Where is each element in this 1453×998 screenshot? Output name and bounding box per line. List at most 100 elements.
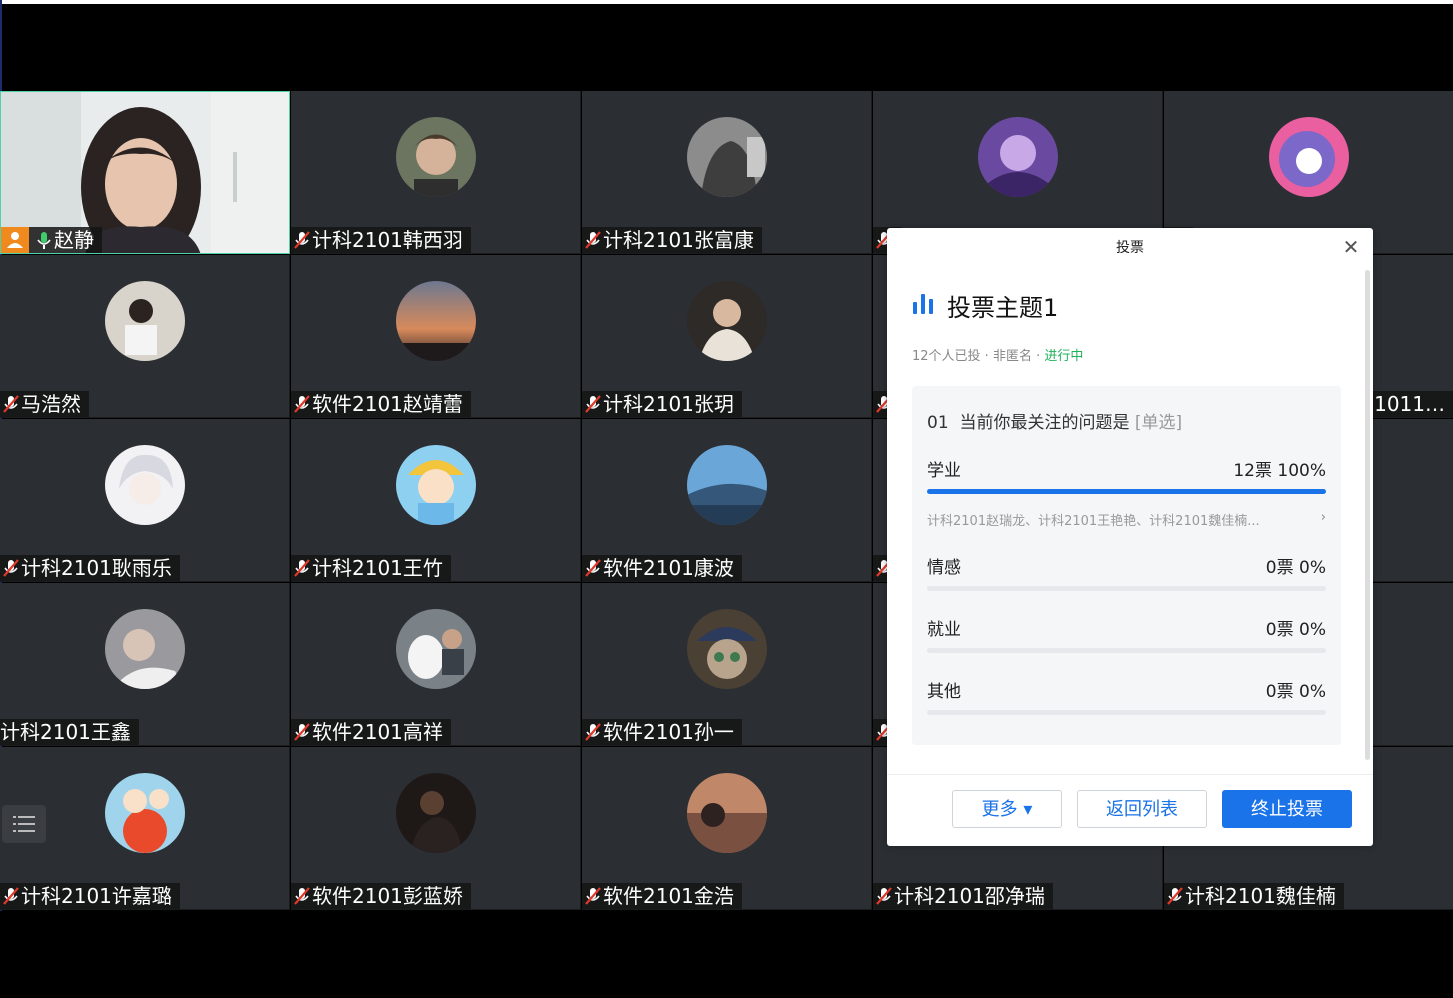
- mic-muted-icon: [875, 885, 893, 907]
- poll-topic: 投票主题1: [947, 294, 1059, 322]
- avatar: [1269, 117, 1349, 197]
- mic-muted-icon: [584, 557, 602, 579]
- avatar: [687, 609, 767, 689]
- avatar: [396, 773, 476, 853]
- option-bar-fill: [927, 489, 1326, 494]
- name-label: 软件2101康波: [582, 555, 742, 581]
- name-label: 马浩然: [0, 391, 89, 417]
- option-count: 0票 0%: [1265, 620, 1326, 640]
- mic-muted-icon: [584, 885, 602, 907]
- participant-name: 软件2101康波: [603, 556, 734, 580]
- name-label: 计科2101王竹: [291, 555, 451, 581]
- participant-name: 软件2101孙一: [603, 720, 734, 744]
- participant-name: 计科2101许嘉璐: [21, 884, 172, 908]
- end-poll-button[interactable]: 终止投票: [1222, 790, 1352, 828]
- option-bar: [927, 648, 1326, 653]
- poll-status: 进行中: [1044, 349, 1084, 364]
- mic-muted-icon: [2, 885, 20, 907]
- poll-meta: 12个人已投 · 非匿名 · 进行中: [912, 345, 1083, 364]
- bottom-bar: [0, 911, 1453, 998]
- participant-name: 计科2101张富康: [603, 228, 754, 252]
- close-icon[interactable]: ✕: [1339, 236, 1363, 260]
- participant-tile[interactable]: 软件2101彭蓝娇: [291, 747, 581, 910]
- mic-muted-icon: [1166, 885, 1184, 907]
- option-bar: [927, 586, 1326, 591]
- name-label: 软件2101高祥: [291, 719, 451, 745]
- participant-name: 马浩然: [21, 392, 81, 416]
- participant-tile[interactable]: 计科2101王鑫: [0, 583, 290, 746]
- avatar: [978, 117, 1058, 197]
- poll-dialog: 投票 ✕ 投票主题1 12个人已投 · 非匿名 · 进行中 01 当前你最关注的…: [887, 228, 1373, 846]
- participant-tile[interactable]: 软件2101金浩: [582, 747, 872, 910]
- option-label: 学业: [927, 461, 961, 481]
- participant-tile[interactable]: 软件2101高祥: [291, 583, 581, 746]
- participant-name: 软件2101高祥: [312, 720, 443, 744]
- avatar: [105, 609, 185, 689]
- avatar: [687, 773, 767, 853]
- participant-name: 软件2101彭蓝娇: [312, 884, 463, 908]
- scrollbar[interactable]: [1365, 270, 1370, 760]
- name-label: 计科2101韩西羽: [291, 227, 471, 253]
- back-to-list-button[interactable]: 返回列表: [1077, 790, 1207, 828]
- avatar: [105, 281, 185, 361]
- avatar: [105, 773, 185, 853]
- participant-name: 计科2101王鑫: [0, 720, 131, 744]
- voter-names: 计科2101赵瑞龙、计科2101王艳艳、计科2101魏佳楠...: [927, 514, 1260, 529]
- dialog-title: 投票: [1116, 240, 1144, 256]
- option-count: 0票 0%: [1265, 558, 1326, 578]
- question-card: 01 当前你最关注的问题是 [单选] 学业 12票 100% 计科2101赵瑞龙…: [912, 386, 1341, 745]
- participant-tile[interactable]: 计科2101韩西羽: [291, 91, 581, 254]
- participant-tile[interactable]: 赵静: [0, 91, 290, 254]
- participant-name: 计科2101张玥: [603, 392, 734, 416]
- question-title: 01 当前你最关注的问题是 [单选]: [927, 408, 1182, 433]
- name-label: 赵静: [1, 227, 102, 253]
- avatar: [396, 281, 476, 361]
- option-bar: [927, 710, 1326, 715]
- name-label: 计科2101张玥: [582, 391, 742, 417]
- menu-button[interactable]: [2, 805, 46, 843]
- participant-name: 计科2101邵净瑞: [894, 884, 1045, 908]
- avatar: [687, 117, 767, 197]
- participant-tile[interactable]: 计科2101王竹: [291, 419, 581, 582]
- participant-tile[interactable]: 计科2101张富康: [582, 91, 872, 254]
- chevron-right-icon: ›: [1320, 510, 1326, 525]
- option-bar: [927, 489, 1326, 494]
- participant-name: 计科2101魏佳楠: [1185, 884, 1336, 908]
- participant-name: 计科2101耿雨乐: [21, 556, 172, 580]
- host-icon: [1, 227, 29, 253]
- avatar: [687, 445, 767, 525]
- name-label: 软件2101金浩: [582, 883, 742, 909]
- participant-tile[interactable]: 软件2101康波: [582, 419, 872, 582]
- avatar: [396, 117, 476, 197]
- mic-on-icon: [35, 229, 53, 251]
- participant-tile[interactable]: 软件2101赵靖蕾: [291, 255, 581, 418]
- option-label: 情感: [927, 558, 961, 578]
- participant-tile[interactable]: 软件2101孙一: [582, 583, 872, 746]
- option-label: 其他: [927, 682, 961, 702]
- participant-tile[interactable]: 计科2101张玥: [582, 255, 872, 418]
- mic-muted-icon: [2, 393, 20, 415]
- mic-muted-icon: [293, 229, 311, 251]
- more-button[interactable]: 更多 ▾: [952, 790, 1062, 828]
- name-label: 计科2101邵净瑞: [873, 883, 1053, 909]
- voter-list[interactable]: 计科2101赵瑞龙、计科2101王艳艳、计科2101魏佳楠... ›: [927, 510, 1326, 529]
- avatar: [105, 445, 185, 525]
- top-bar: [0, 0, 1453, 91]
- option-count: 12票 100%: [1233, 461, 1326, 481]
- name-label: 计科2101王鑫: [0, 719, 139, 745]
- participant-tile[interactable]: 马浩然: [0, 255, 290, 418]
- top-edge: [0, 0, 1453, 4]
- poll-chart-icon: [913, 294, 935, 314]
- option-label: 就业: [927, 620, 961, 640]
- name-label: 计科2101张富康: [582, 227, 762, 253]
- option-count: 0票 0%: [1265, 682, 1326, 702]
- name-label: 计科2101许嘉璐: [0, 883, 180, 909]
- avatar: [687, 281, 767, 361]
- participant-tile[interactable]: 计科2101耿雨乐: [0, 419, 290, 582]
- list-icon: [13, 816, 35, 832]
- name-label: 计科2101魏佳楠: [1164, 883, 1344, 909]
- mic-muted-icon: [293, 721, 311, 743]
- mic-muted-icon: [584, 721, 602, 743]
- name-label: 计科2101耿雨乐: [0, 555, 180, 581]
- name-label: 软件2101彭蓝娇: [291, 883, 471, 909]
